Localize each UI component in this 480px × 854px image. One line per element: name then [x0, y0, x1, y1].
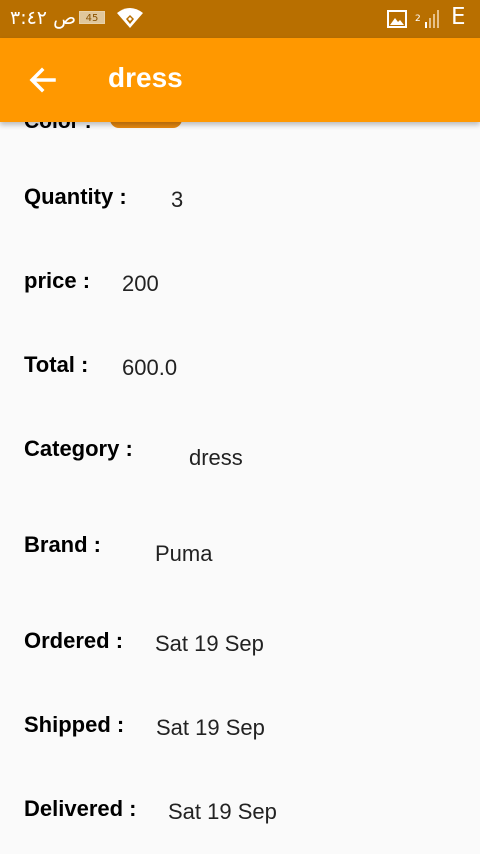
brand-value: Puma [155, 541, 213, 566]
signal-icon [425, 10, 439, 28]
ordered-label: Ordered : [24, 628, 124, 653]
category-value: dress [189, 445, 243, 470]
back-arrow-icon[interactable] [28, 66, 56, 94]
color-swatch [110, 122, 182, 128]
signal-label: 2 [415, 14, 421, 24]
status-bar: ص ٣:٤٢ 45 2 E [0, 0, 480, 38]
page-title: dress [108, 62, 183, 93]
app-bar: dress [0, 38, 480, 122]
total-value: 600.0 [122, 355, 178, 380]
quantity-label: Quantity : [24, 184, 127, 209]
status-time: ص ٣:٤٢ [10, 7, 77, 29]
category-label: Category : [24, 436, 133, 461]
wifi-icon [117, 8, 143, 28]
shipped-value: Sat 19 Sep [156, 715, 265, 740]
shipped-label: Shipped : [24, 712, 125, 737]
brand-label: Brand : [24, 532, 101, 557]
price-label: price : [24, 268, 91, 293]
quantity-value: 3 [171, 187, 184, 212]
total-label: Total : [24, 352, 89, 377]
order-details: Color : Quantity : 3 price : 200 Total :… [0, 122, 480, 854]
delivered-label: Delivered : [24, 796, 137, 821]
network-type: E [451, 4, 466, 30]
image-notification-icon [387, 10, 407, 28]
color-label: Color : [24, 122, 92, 134]
delivered-value: Sat 19 Sep [168, 799, 277, 824]
price-value: 200 [122, 271, 159, 296]
battery-icon: 45 [79, 11, 105, 24]
ordered-value: Sat 19 Sep [155, 631, 264, 656]
